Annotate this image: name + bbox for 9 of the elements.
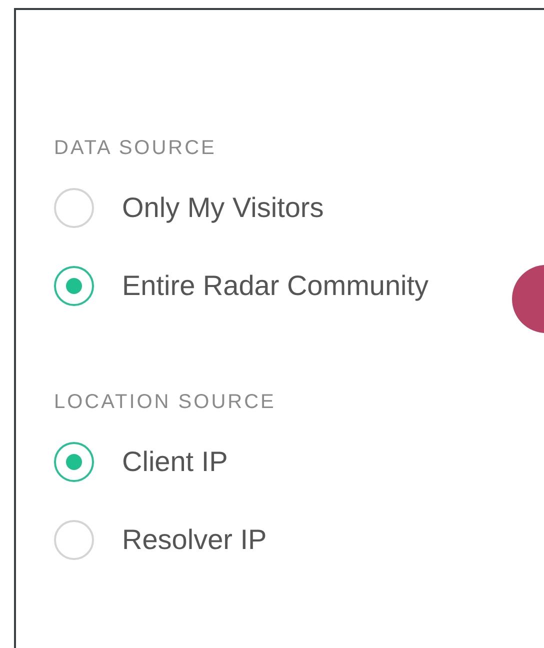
section-heading: LOCATION SOURCE <box>54 390 277 414</box>
section-heading: DATA SOURCE <box>54 136 218 160</box>
radio-button[interactable] <box>54 188 94 228</box>
radio-button[interactable] <box>54 266 94 306</box>
radio-button[interactable] <box>54 520 94 560</box>
radio-button[interactable] <box>54 442 94 482</box>
radio-option[interactable]: Client IP <box>54 440 544 484</box>
radio-option[interactable]: Only My Visitors <box>54 186 544 230</box>
radio-option[interactable]: Resolver IP <box>54 518 544 562</box>
